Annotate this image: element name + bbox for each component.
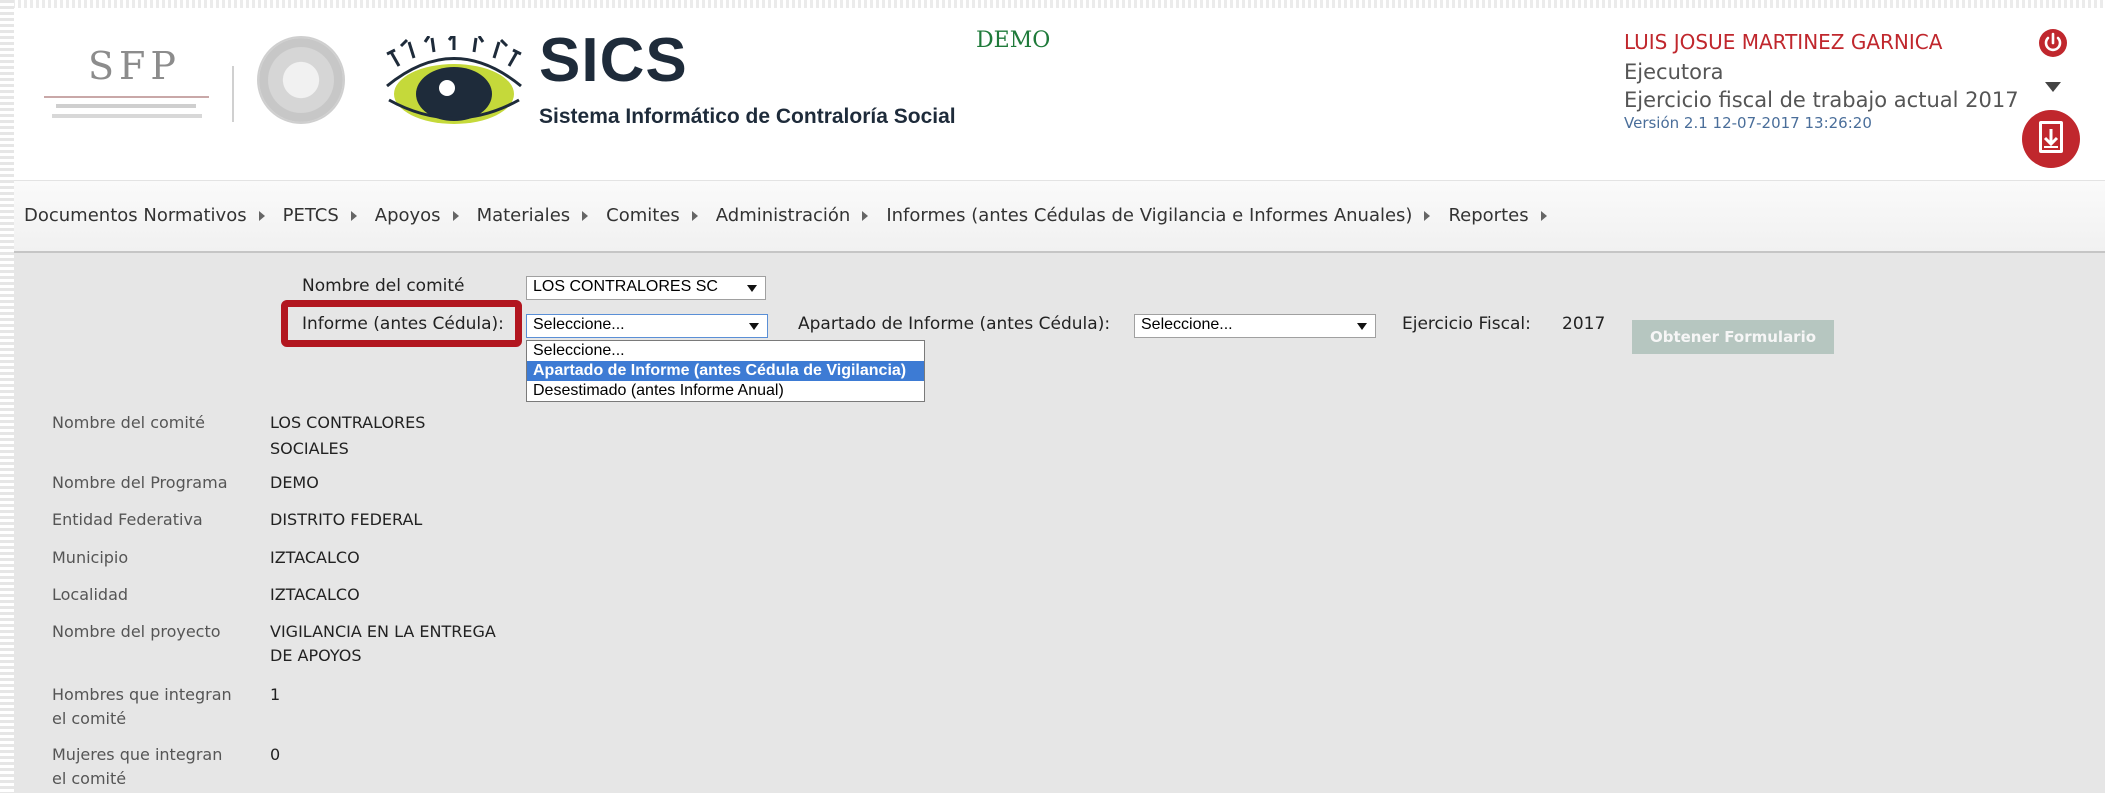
app-title: SICS [539,26,688,95]
detail-value: DEMO [270,473,319,492]
menu-item-reportes[interactable]: Reportes [1448,205,1547,226]
menu-item-apoyos[interactable]: Apoyos [375,205,459,226]
page-left-edge [0,0,14,793]
detail-value: IZTACALCO [270,585,360,604]
menu-item-label: Reportes [1448,205,1529,226]
select-arrow-icon [747,285,757,292]
main-menu: Documentos Normativos PETCS Apoyos Mater… [14,180,2105,254]
fiscal-year-info: Ejercicio fiscal de trabajo actual 2017 [1624,88,2019,112]
section-select[interactable]: Seleccione... [1134,314,1376,338]
menu-item-label: Administración [715,205,851,226]
app-subtitle: Sistema Informático de Contraloría Socia… [539,105,956,128]
obtain-form-button[interactable]: Obtener Formulario [1632,320,1834,354]
detail-label: Nombre del proyecto [52,622,221,641]
app-header: SFP SICS Sistema Informático de Contralo… [14,8,2105,180]
detail-label: Nombre del comité [52,413,205,432]
menu-item-administracion[interactable]: Administración [716,205,869,226]
detail-value: DE APOYOS [270,646,362,665]
chevron-right-icon [862,210,869,221]
detail-value: 0 [270,745,281,764]
header-separator [232,66,234,122]
detail-label: Entidad Federativa [52,510,203,529]
report-option[interactable]: Desestimado (antes Informe Anual) [527,381,924,401]
menu-item-label: Documentos Normativos [24,205,247,226]
menu-item-label: Materiales [476,205,571,226]
report-option-selected[interactable]: Apartado de Informe (antes Cédula de Vig… [527,361,924,381]
report-select[interactable]: Seleccione... [526,314,768,338]
section-label: Apartado de Informe (antes Cédula): [798,314,1111,334]
menu-item-materiales[interactable]: Materiales [477,205,589,226]
download-document-icon[interactable] [2021,109,2081,169]
detail-value: SOCIALES [270,439,349,458]
detail-label: el comité [52,709,127,728]
page-top-edge [0,0,2105,8]
report-select-value: Seleccione... [533,316,625,333]
menu-item-label: PETCS [282,205,339,226]
sfp-logo: SFP [34,44,219,134]
menu-item-comites[interactable]: Comites [606,205,698,226]
detail-label: Mujeres que integran [52,745,223,764]
committee-label: Nombre del comité [302,276,465,296]
menu-item-informes[interactable]: Informes (antes Cédulas de Vigilancia e … [886,205,1431,226]
user-name[interactable]: LUIS JOSUE MARTINEZ GARNICA [1624,30,1942,54]
report-dropdown-list: Seleccione... Apartado de Informe (antes… [526,340,925,402]
detail-value: LOS CONTRALORES [270,413,426,432]
government-seal-icon [257,36,345,124]
chevron-right-icon [691,210,698,221]
user-role: Ejecutora [1624,60,1724,84]
chevron-right-icon [258,210,265,221]
eye-logo-icon [386,36,522,124]
menu-item-petcs[interactable]: PETCS [283,205,357,226]
sfp-logo-subline [56,104,196,108]
detail-label: Nombre del Programa [52,473,228,492]
fiscal-year-label: Ejercicio Fiscal: [1402,314,1531,334]
version-info: Versión 2.1 12-07-2017 13:26:20 [1624,114,1872,132]
committee-select[interactable]: LOS CONTRALORES SC [526,276,766,300]
chevron-right-icon [582,210,589,221]
chevron-right-icon [1540,210,1547,221]
select-arrow-icon [749,323,759,330]
report-option[interactable]: Seleccione... [527,341,924,361]
detail-value: IZTACALCO [270,548,360,567]
sfp-logo-line [44,96,209,98]
sfp-logo-text: SFP [88,44,181,88]
detail-label: Municipio [52,548,129,567]
select-arrow-icon [1357,323,1367,330]
dropdown-caret-icon[interactable] [2045,82,2061,92]
sfp-logo-subline-2 [52,114,202,118]
detail-label: Hombres que integran [52,685,232,704]
menu-item-documentos-normativos[interactable]: Documentos Normativos [24,205,265,226]
detail-value: 1 [270,685,281,704]
chevron-right-icon [1424,210,1431,221]
detail-value: VIGILANCIA EN LA ENTREGA [270,622,496,641]
fiscal-year-value: 2017 [1562,314,1606,334]
detail-label: el comité [52,769,127,788]
power-icon[interactable] [2038,28,2068,58]
section-select-value: Seleccione... [1141,316,1233,333]
report-label-highlight [281,300,522,347]
detail-value: DISTRITO FEDERAL [270,510,423,529]
menu-item-label: Comites [606,205,680,226]
chevron-right-icon [452,210,459,221]
chevron-right-icon [350,210,357,221]
menu-item-label: Apoyos [374,205,441,226]
detail-label: Localidad [52,585,129,604]
menu-items: Documentos Normativos PETCS Apoyos Mater… [24,205,1565,226]
demo-label: DEMO [976,28,1051,53]
menu-item-label: Informes (antes Cédulas de Vigilancia e … [886,205,1413,226]
committee-select-value: LOS CONTRALORES SC [533,278,718,295]
